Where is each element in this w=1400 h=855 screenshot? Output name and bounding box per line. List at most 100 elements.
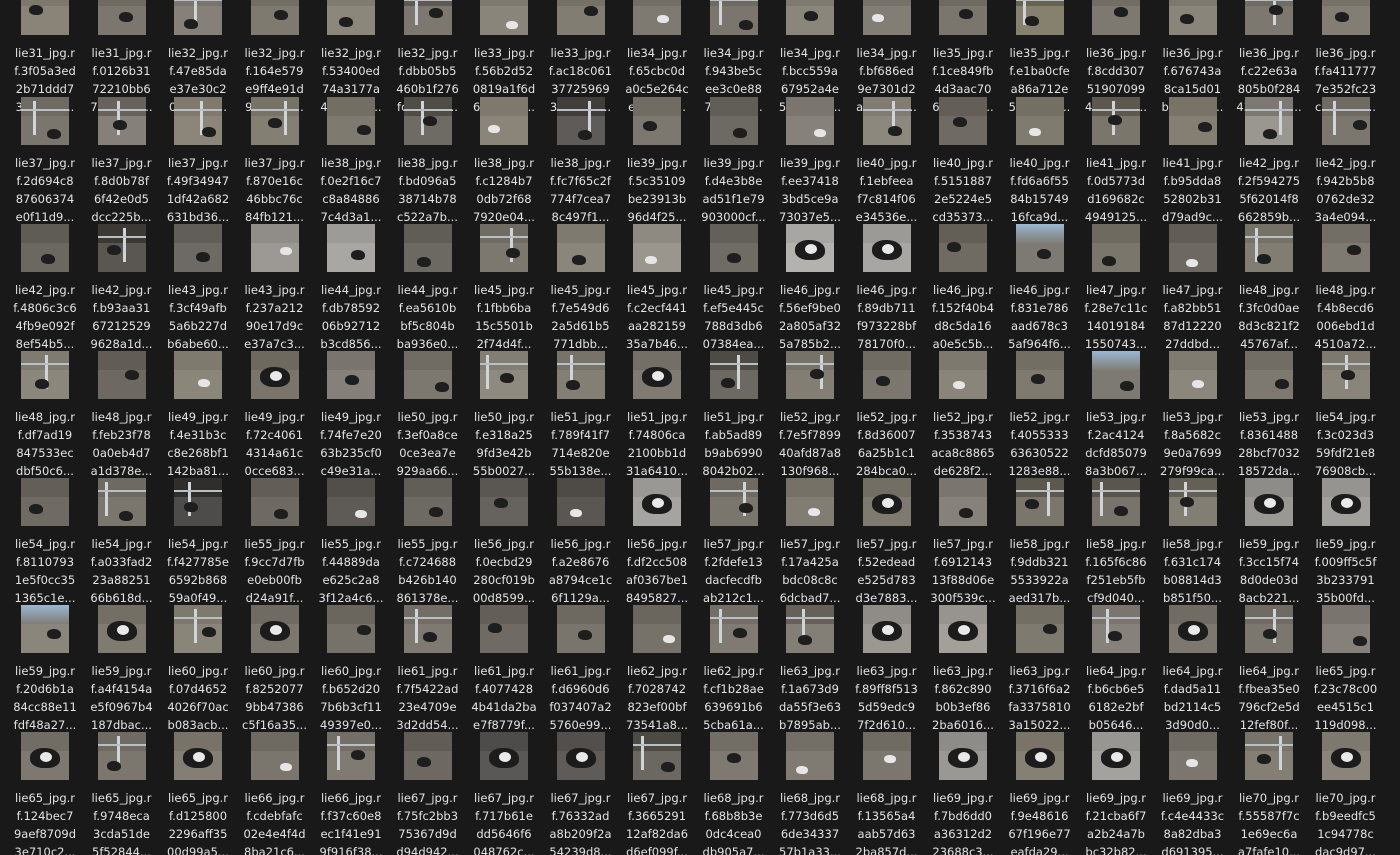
file-item[interactable]: lie57_jpg.r f.52edead e525d783 d3e7883... (849, 478, 925, 605)
file-item[interactable]: lie37_jpg.r f.870e16c 46bbc76c 84fb121... (237, 97, 313, 224)
file-item[interactable]: lie38_jpg.r f.fc7f65c2f 774f7cea7 8c497f1..… (543, 97, 619, 224)
file-item[interactable]: lie55_jpg.r f.c724688 b426b140 861378e... (390, 478, 466, 605)
file-item[interactable]: lie69_jpg.r f.9e48616 67f196e77 eafda29... (1002, 732, 1078, 855)
file-item[interactable]: lie63_jpg.r f.89ff8f513 5d59edc9 7f2d610... (849, 605, 925, 732)
file-item[interactable]: lie64_jpg.r f.b6cb6e5 6182e2bf b05646... (1078, 605, 1154, 732)
file-item[interactable]: lie43_jpg.r f.3cf49afb 5a6b227d b6abe60... (160, 224, 236, 351)
file-item[interactable]: lie62_jpg.r f.7028742 823ef00bf 73541a8... (619, 605, 695, 732)
file-item[interactable]: lie54_jpg.r f.8110793 1e5f0cc35 1365c1e... (7, 478, 83, 605)
file-item[interactable]: lie40_jpg.r f.5151887 2e5224e5 cd35373... (925, 97, 1001, 224)
file-item[interactable]: lie52_jpg.r f.3538743 aca8c8865 de628f2... (925, 351, 1001, 478)
file-item[interactable]: lie41_jpg.r f.b95dda8 52802b31 d79ad9c... (1155, 97, 1231, 224)
file-item[interactable]: lie61_jpg.r f.4077428 4b41da2ba e7f8779f... (466, 605, 542, 732)
file-item[interactable]: lie42_jpg.r f.4806c3c6 4fb9e092f 8ef54b5... (7, 224, 83, 351)
file-item[interactable]: lie63_jpg.r f.862c890 b0b3ef86 2ba6016... (925, 605, 1001, 732)
file-item[interactable]: lie58_jpg.r f.631c174 b08814d3 b851f50... (1155, 478, 1231, 605)
file-item[interactable]: lie56_jpg.r f.0ecbd29 280cf019b 00d8599... (466, 478, 542, 605)
file-item[interactable]: lie57_jpg.r f.17a425a bdc08c8c 6dcbad7... (772, 478, 848, 605)
file-item[interactable]: lie67_jpg.r f.75fc2bb3 75367d9d d94d942... (390, 732, 466, 855)
file-item[interactable]: lie60_jpg.r f.8252077 9bb47386 c5f16a35... (237, 605, 313, 732)
file-item[interactable]: lie58_jpg.r f.165f6c86 f251eb5fb cf9d040... (1078, 478, 1154, 605)
file-item[interactable]: lie69_jpg.r f.7bd6dd0 a36312d2 23688c3... (925, 732, 1001, 855)
file-item[interactable]: lie47_jpg.r f.28e7c11c 14019184 1550743... (1078, 224, 1154, 351)
file-item[interactable]: lie49_jpg.r f.4e31b3c c8e268bf1 142ba81... (160, 351, 236, 478)
file-item[interactable]: lie67_jpg.r f.717b61e dd5646f6 048762c... (466, 732, 542, 855)
file-item[interactable]: lie38_jpg.r f.0e2f16c7 c8a84886 7c4d3a1... (313, 97, 389, 224)
file-item[interactable]: lie70_jpg.r f.b9eedfc5 1c94778c dac9d97... (1308, 732, 1384, 855)
file-item[interactable]: lie44_jpg.r f.ea5610b bf5c804b ba936e0... (390, 224, 466, 351)
file-item[interactable]: lie44_jpg.r f.db78592 06b92712 b3cd856... (313, 224, 389, 351)
file-item[interactable]: lie39_jpg.r f.d4e3b8e ad51f1e79 903000cf... (696, 97, 772, 224)
file-item[interactable]: lie39_jpg.r f.ee37418 3bd5ce9a 73037e5... (772, 97, 848, 224)
file-item[interactable]: lie60_jpg.r f.07d4652 4026f70ac b083acb... (160, 605, 236, 732)
file-item[interactable]: lie59_jpg.r f.20d6b1a 84cc88e11 fdf48a27... (7, 605, 83, 732)
file-item[interactable]: lie46_jpg.r f.152f40b4 d8c5da16 a0e5c5b... (925, 224, 1001, 351)
file-item[interactable]: lie64_jpg.r f.fbea35e0 796cf2e5d 12fef80f..… (1231, 605, 1307, 732)
file-item[interactable]: lie42_jpg.r f.2f594275 5f62014f8 662859b... (1231, 97, 1307, 224)
file-item[interactable]: lie65_jpg.r f.9748eca 3cda51de 5f52844... (84, 732, 160, 855)
file-item[interactable]: lie45_jpg.r f.c2ecf441 aa282159 35a7b46... (619, 224, 695, 351)
file-item[interactable]: lie53_jpg.r f.8a5682c 9e0a7699 279f99ca... (1155, 351, 1231, 478)
file-item[interactable]: lie53_jpg.r f.8361488 28bcf7032 18572da... (1231, 351, 1307, 478)
file-item[interactable]: lie55_jpg.r f.44889da e625c2a8 3f12a4c6... (313, 478, 389, 605)
file-item[interactable]: lie48_jpg.r f.4b8ecd6 006ebd1d 4510a72... (1308, 224, 1384, 351)
file-item[interactable]: lie48_jpg.r f.feb23f78 0a0eb4d7 a1d378e... (84, 351, 160, 478)
file-item[interactable]: lie37_jpg.r f.49f34947 1df42a682 631bd36... (160, 97, 236, 224)
file-item[interactable]: lie52_jpg.r f.8d36007 6a25b1c1 284bca0... (849, 351, 925, 478)
file-item[interactable]: lie38_jpg.r f.c1284b7 0db72f68 7920e04... (466, 97, 542, 224)
file-item[interactable]: lie52_jpg.r f.7e5f7899 40afd87a8 130f968... (772, 351, 848, 478)
file-item[interactable]: lie39_jpg.r f.5c35109 be23913b 96d4f25... (619, 97, 695, 224)
file-item[interactable]: lie56_jpg.r f.df2cc508 af0367be1 8495827... (619, 478, 695, 605)
file-item[interactable]: lie63_jpg.r f.1a673d9 da55f3e63 b7895ab... (772, 605, 848, 732)
file-item[interactable]: lie63_jpg.r f.3716f6a2 fa3375810 3a15022... (1002, 605, 1078, 732)
file-item[interactable]: lie40_jpg.r f.fd6a6f55 84b15749 16fca9d... (1002, 97, 1078, 224)
file-item[interactable]: lie58_jpg.r f.9ddb321 5533922a aed317b... (1002, 478, 1078, 605)
file-item[interactable]: lie65_jpg.r f.d125800 2296aff35 00d99a5... (160, 732, 236, 855)
file-item[interactable]: lie46_jpg.r f.89db711 f973228bf 78170f0... (849, 224, 925, 351)
file-item[interactable]: lie54_jpg.r f.3c023d3 59fdf21e8 76908cb... (1308, 351, 1384, 478)
file-item[interactable]: lie50_jpg.r f.3ef0a8ce 0ce3ea7e 929aa66... (390, 351, 466, 478)
file-item[interactable]: lie67_jpg.r f.76332ad a8b209f2a 54239d8... (543, 732, 619, 855)
file-item[interactable]: lie53_jpg.r f.2ac4124 dcfd85079 8a3b067... (1078, 351, 1154, 478)
file-item[interactable]: lie68_jpg.r f.13565a4 aab57d63 2ba857d... (849, 732, 925, 855)
file-item[interactable]: lie59_jpg.r f.a4f4154a e5f0967b4 187dbac... (84, 605, 160, 732)
file-item[interactable]: lie47_jpg.r f.a82bb51 87d12220 27ddbd... (1155, 224, 1231, 351)
file-item[interactable]: lie42_jpg.r f.b93aa31 67212529 9628a1d... (84, 224, 160, 351)
file-item[interactable]: lie45_jpg.r f.1fbb6ba 15c5501b 2f74d4f... (466, 224, 542, 351)
file-item[interactable]: lie67_jpg.r f.3665291 12af82da6 d6ef099f... (619, 732, 695, 855)
file-item[interactable]: lie68_jpg.r f.773d6d5 6de34337 57b1a33... (772, 732, 848, 855)
file-item[interactable]: lie50_jpg.r f.e318a25 9fd3e42b 55b0027... (466, 351, 542, 478)
file-item[interactable]: lie46_jpg.r f.831e786 aad678c3 5af964f6... (1002, 224, 1078, 351)
file-item[interactable]: lie37_jpg.r f.2d694c8 87606374 e0f11d9... (7, 97, 83, 224)
file-item[interactable]: lie46_jpg.r f.56ef9be0 2a805af32 5a785b2... (772, 224, 848, 351)
file-item[interactable]: lie40_jpg.r f.1ebfeea f7c814f06 e34536e... (849, 97, 925, 224)
file-item[interactable]: lie37_jpg.r f.8d0b78f 6f42e0d5 dcc225b... (84, 97, 160, 224)
file-item[interactable]: lie43_jpg.r f.237a212 90e17d9c e37a7c3... (237, 224, 313, 351)
file-item[interactable]: lie38_jpg.r f.bd096a5 38714b78 c522a7b... (390, 97, 466, 224)
file-item[interactable]: lie54_jpg.r f.a033fad2 23a88251 66b618d... (84, 478, 160, 605)
file-item[interactable]: lie55_jpg.r f.9cc7d7fb e0eb00fb d24a91f... (237, 478, 313, 605)
file-item[interactable]: lie65_jpg.r f.124bec7 9aef8709d 3e710c2... (7, 732, 83, 855)
file-item[interactable]: lie51_jpg.r f.74806ca 2100bb1d 31a6410... (619, 351, 695, 478)
file-item[interactable]: lie57_jpg.r f.2fdefe13 dacfecdfb ab212c1... (696, 478, 772, 605)
file-item[interactable]: lie65_jpg.r f.23c78c00 ee4515c1 119d098... (1308, 605, 1384, 732)
file-item[interactable]: lie45_jpg.r f.7e549d6 2a5d61b5 771dbb... (543, 224, 619, 351)
file-item[interactable]: lie62_jpg.r f.cf1b28ae 639691b6 5cba61a... (696, 605, 772, 732)
file-item[interactable]: lie66_jpg.r f.cdebfafc 02e4e4f4d 8ba21c6... (237, 732, 313, 855)
file-item[interactable]: lie64_jpg.r f.dad5a11 bd2114c5 3d90d0... (1155, 605, 1231, 732)
file-item[interactable]: lie68_jpg.r f.68b8b3e 0dc4cea0 db905a7... (696, 732, 772, 855)
file-item[interactable]: lie51_jpg.r f.789f41f7 714e820e 55b138e... (543, 351, 619, 478)
file-item[interactable]: lie49_jpg.r f.72c4061 4314a61c 0cce683... (237, 351, 313, 478)
file-item[interactable]: lie48_jpg.r f.3fc0d0ae 8d3c821f2 45767af... (1231, 224, 1307, 351)
file-item[interactable]: lie59_jpg.r f.009ff5c5f 3b233791 35b00fd... (1308, 478, 1384, 605)
file-item[interactable]: lie56_jpg.r f.a2e8676 a8794ce1c 6f1129a... (543, 478, 619, 605)
file-item[interactable]: lie42_jpg.r f.942b5b8 0762de32 3a4e094... (1308, 97, 1384, 224)
file-item[interactable]: lie52_jpg.r f.4055333 63630522 1283e88... (1002, 351, 1078, 478)
file-item[interactable]: lie69_jpg.r f.21cba6f7 a2b24a7b bc32b82... (1078, 732, 1154, 855)
file-item[interactable]: lie69_jpg.r f.c4e4433c 8a82dba3 d691395... (1155, 732, 1231, 855)
file-item[interactable]: lie48_jpg.r f.df7ad19 847533ec dbf50c6... (7, 351, 83, 478)
file-item[interactable]: lie59_jpg.r f.3cc15f74 8d0de03d 8acb221... (1231, 478, 1307, 605)
file-item[interactable]: lie70_jpg.r f.55587f7c 1e69ec6a a7fafe10... (1231, 732, 1307, 855)
file-item[interactable]: lie54_jpg.r f.f427785e 6592b868 59a0f49... (160, 478, 236, 605)
file-item[interactable]: lie57_jpg.r f.6912143 13f88d06e 300f539c... (925, 478, 1001, 605)
